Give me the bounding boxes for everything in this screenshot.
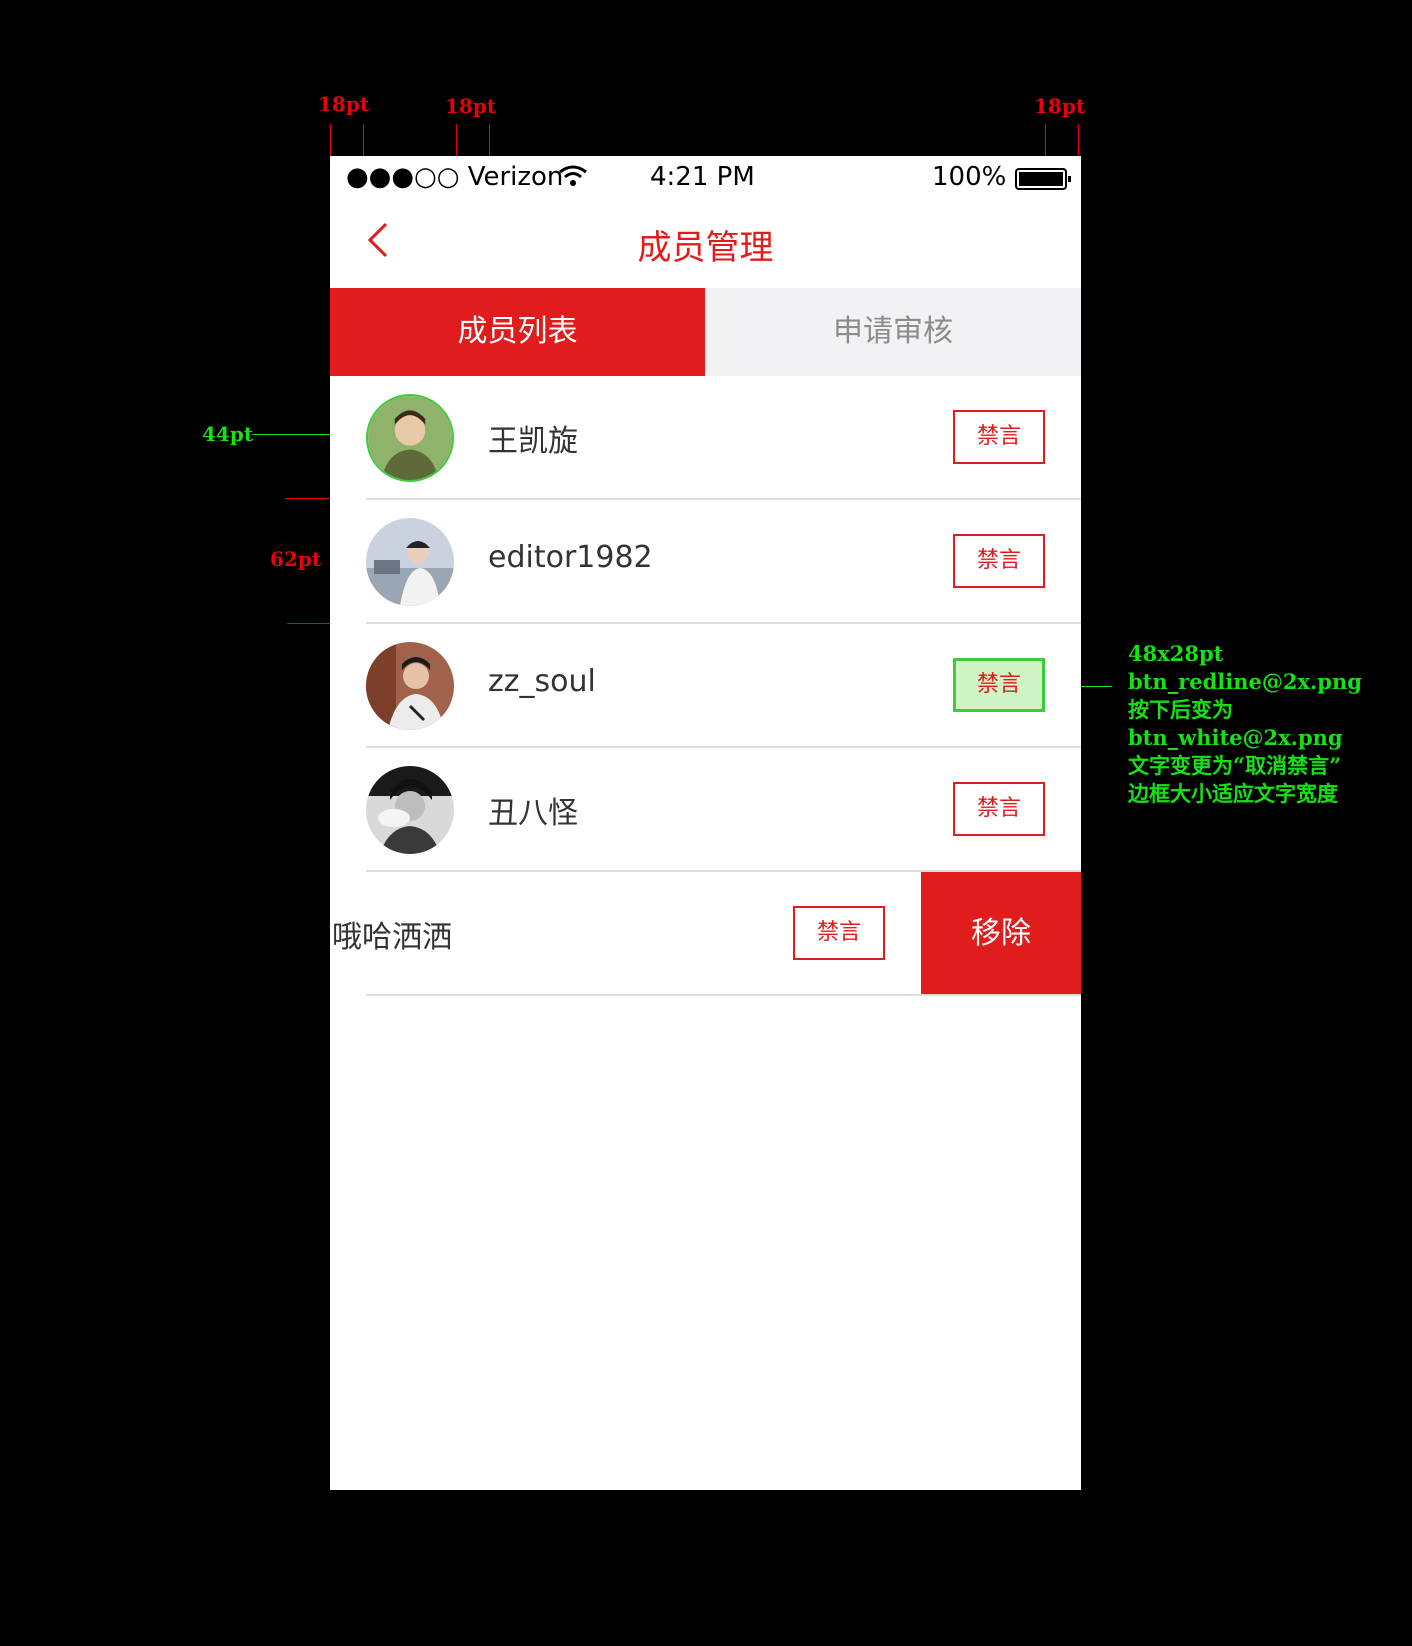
member-name: 哦哈洒洒: [332, 920, 452, 955]
member-name: 王凯旋: [488, 424, 578, 459]
time-label: 4:21 PM: [650, 162, 755, 192]
mute-button[interactable]: 禁言: [953, 534, 1045, 588]
note-line: 按下后变为: [1128, 697, 1233, 722]
avatar[interactable]: [366, 394, 454, 482]
mute-button-pressed[interactable]: 禁言: [953, 658, 1045, 712]
status-bar: ●●●○○ Verizon 4:21 PM 100%: [330, 156, 1081, 198]
spacing-annotation-2: 18pt: [445, 94, 497, 118]
spacing-annotation-1: 18pt: [318, 92, 370, 116]
member-row-swiped[interactable]: 哦哈洒洒 禁言 移除: [330, 872, 1081, 996]
mute-button[interactable]: 禁言: [953, 782, 1045, 836]
member-name: 丑八怪: [488, 796, 578, 831]
note-line: btn_white@2x.png: [1128, 725, 1343, 750]
avatar[interactable]: [366, 518, 454, 606]
remove-button[interactable]: 移除: [921, 872, 1081, 996]
nav-bar: 成员管理: [330, 198, 1081, 288]
member-row[interactable]: editor1982 禁言: [330, 500, 1081, 624]
phone-screen: ●●●○○ Verizon 4:21 PM 100% 成员管理 成员列表 申请审…: [330, 156, 1081, 1490]
tab-bar: 成员列表 申请审核: [330, 288, 1081, 376]
page-title: 成员管理: [637, 228, 774, 268]
battery-icon: [1015, 168, 1071, 190]
avatar-size-annotation: 44pt: [202, 422, 254, 446]
tab-application-review[interactable]: 申请审核: [705, 288, 1081, 376]
mute-button[interactable]: 禁言: [793, 906, 885, 960]
note-line: btn_redline@2x.png: [1128, 669, 1362, 694]
tab-member-list[interactable]: 成员列表: [330, 288, 705, 376]
mute-button[interactable]: 禁言: [953, 410, 1045, 464]
row-divider: [366, 994, 1081, 996]
note-line: 48x28pt: [1128, 641, 1224, 666]
member-row[interactable]: zz_soul 禁言: [330, 624, 1081, 748]
button-annotation-notes: 48x28pt btn_redline@2x.png 按下后变为 btn_whi…: [1128, 640, 1362, 808]
battery-label: 100%: [932, 162, 1007, 192]
row-height-annotation: 62pt: [270, 547, 322, 571]
spacing-annotation-3: 18pt: [1034, 94, 1086, 118]
member-row[interactable]: 丑八怪 禁言: [330, 748, 1081, 872]
avatar[interactable]: [366, 766, 454, 854]
member-name: zz_soul: [488, 664, 596, 699]
avatar[interactable]: [366, 642, 454, 730]
wifi-icon: [558, 164, 588, 195]
note-line: 文字变更为“取消禁言”: [1128, 753, 1342, 778]
carrier-label: ●●●○○ Verizon: [346, 162, 564, 192]
member-row[interactable]: 王凯旋 禁言: [330, 376, 1081, 500]
member-name: editor1982: [488, 540, 653, 575]
note-line: 边框大小适应文字宽度: [1128, 781, 1338, 806]
